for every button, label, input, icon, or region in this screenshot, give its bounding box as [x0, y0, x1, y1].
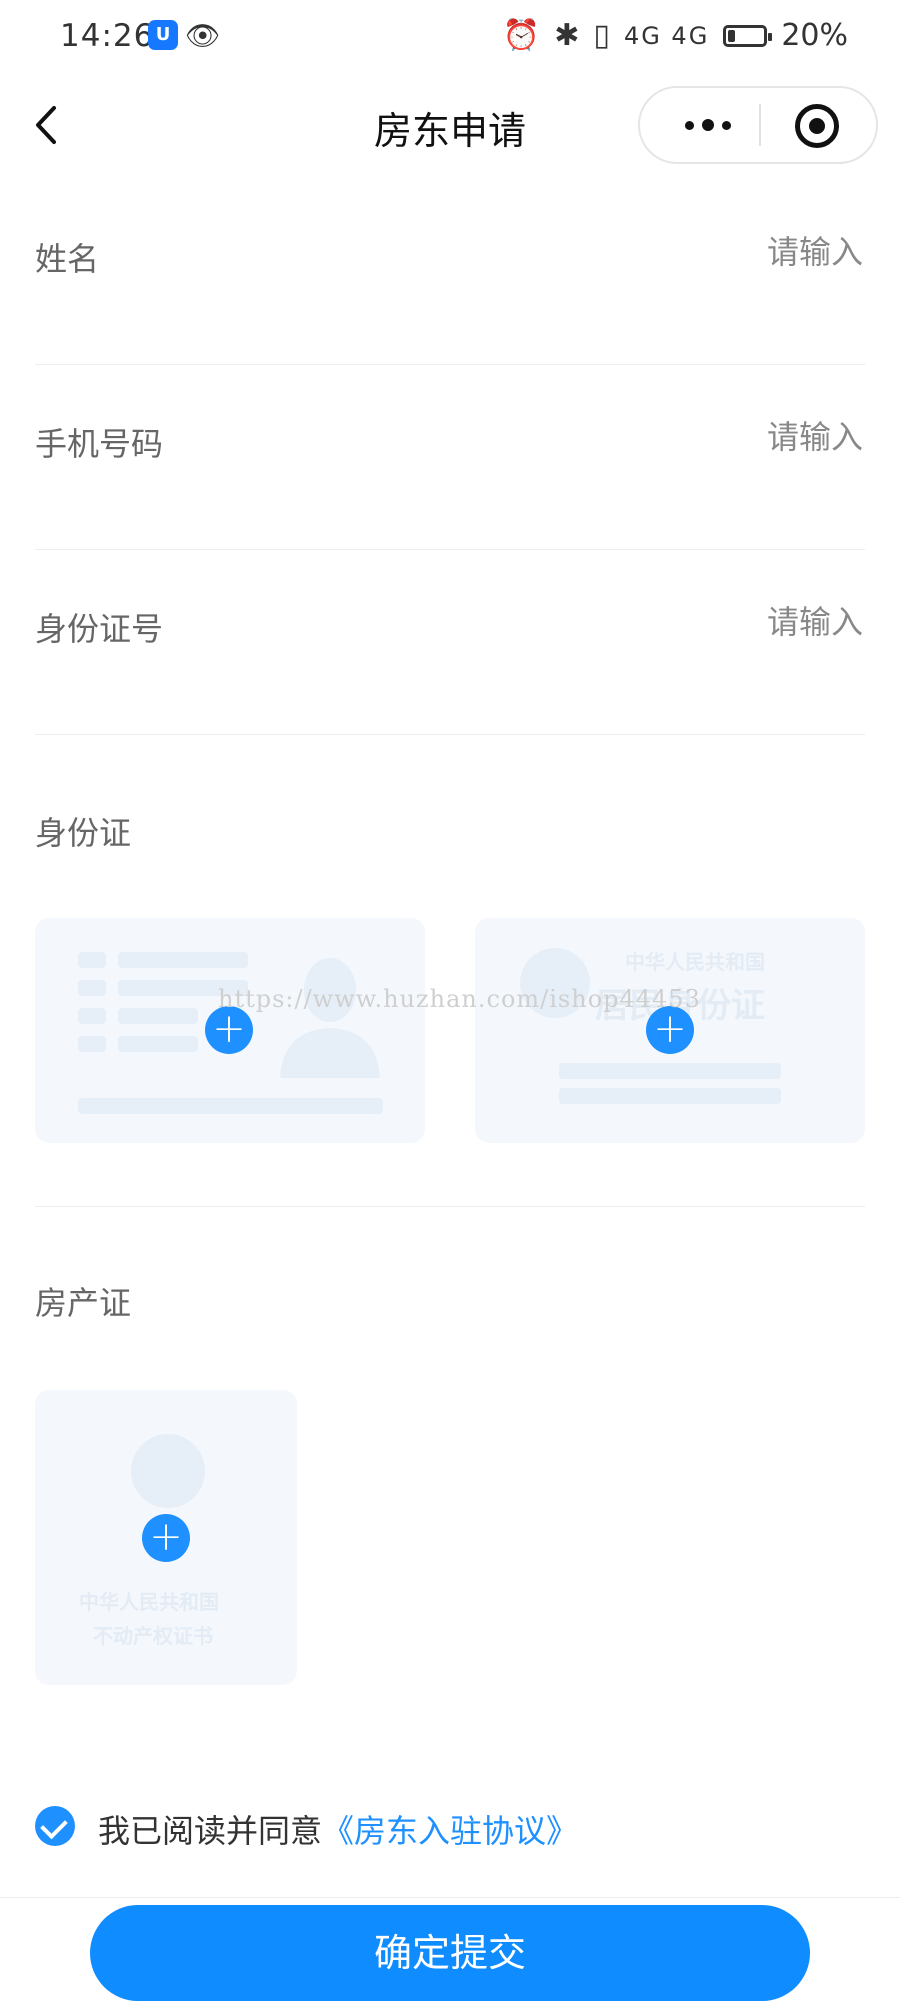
agreement-link[interactable]: 《房东入驻协议》 [322, 1812, 578, 1850]
miniprogram-capsule [638, 86, 878, 164]
placeholder-bar [118, 1036, 198, 1052]
section-divider [35, 1206, 865, 1207]
dot-icon [702, 119, 714, 131]
property-line2: 不动产权证书 [93, 1624, 213, 1648]
id-card-front-upload[interactable]: + [35, 918, 425, 1143]
watermark: https://www.huzhan.com/ishop44453 [218, 985, 701, 1013]
submit-button[interactable]: 确定提交 [90, 1905, 810, 2001]
national-emblem-icon [131, 1434, 205, 1508]
portrait-icon [280, 958, 380, 1078]
id-card-back-upload[interactable]: 中华人民共和国 居民身份证 + [475, 918, 865, 1143]
form-row-phone: 手机号码 [35, 365, 865, 550]
status-indicators: ⏰ ✱ ▯ 4G 4G 20% [503, 18, 848, 53]
placeholder-bar [118, 1008, 198, 1024]
app-notification-icon: U [148, 20, 178, 50]
phone-label: 手机号码 [35, 425, 164, 463]
property-cert-upload[interactable]: 中华人民共和国 不动产权证书 + [35, 1390, 297, 1685]
id-number-input[interactable] [461, 602, 865, 642]
id-number-label: 身份证号 [35, 610, 164, 648]
form-row-name: 姓名 [35, 180, 865, 365]
form-row-id-number: 身份证号 [35, 550, 865, 735]
add-photo-icon: + [646, 1006, 694, 1054]
id-card-label: 身份证 [35, 814, 132, 852]
capsule-divider [759, 104, 761, 146]
battery-fill [728, 29, 736, 42]
placeholder-bar [559, 1063, 781, 1079]
status-time: 14:26 [60, 18, 155, 54]
dot-icon [685, 120, 694, 130]
name-label: 姓名 [35, 240, 100, 278]
placeholder-bar [78, 1098, 383, 1114]
agreement-prefix: 我已阅读并同意 [98, 1812, 323, 1850]
battery-icon [723, 24, 773, 47]
more-button[interactable] [668, 88, 748, 162]
placeholder-bar [78, 980, 106, 996]
dot-icon [722, 120, 731, 130]
placeholder-bar [118, 952, 248, 968]
alarm-icon: ⏰ [502, 18, 541, 53]
agreement-checkbox[interactable] [35, 1806, 75, 1846]
phone-input[interactable] [461, 417, 865, 457]
placeholder-bar [78, 952, 106, 968]
placeholder-bar [559, 1088, 781, 1104]
name-input[interactable] [461, 232, 865, 272]
id-back-line1: 中华人民共和国 [625, 950, 765, 974]
battery-percent: 20% [781, 18, 848, 53]
agreement-text: 我已阅读并同意《房东入驻协议》 [98, 1806, 578, 1852]
property-line1: 中华人民共和国 [79, 1590, 219, 1614]
placeholder-bar [78, 1036, 106, 1052]
add-photo-icon: + [205, 1006, 253, 1054]
signal-icon: 4G 4G [623, 21, 710, 50]
eye-icon: 👁 [185, 19, 221, 52]
placeholder-bar [78, 1008, 106, 1024]
close-miniprogram-button[interactable] [795, 104, 839, 148]
property-cert-label: 房产证 [35, 1284, 132, 1322]
add-photo-icon: + [142, 1514, 190, 1562]
vibrate-icon: ▯ [593, 18, 610, 53]
footer-divider [0, 1897, 900, 1898]
bluetooth-icon: ✱ [554, 18, 580, 53]
